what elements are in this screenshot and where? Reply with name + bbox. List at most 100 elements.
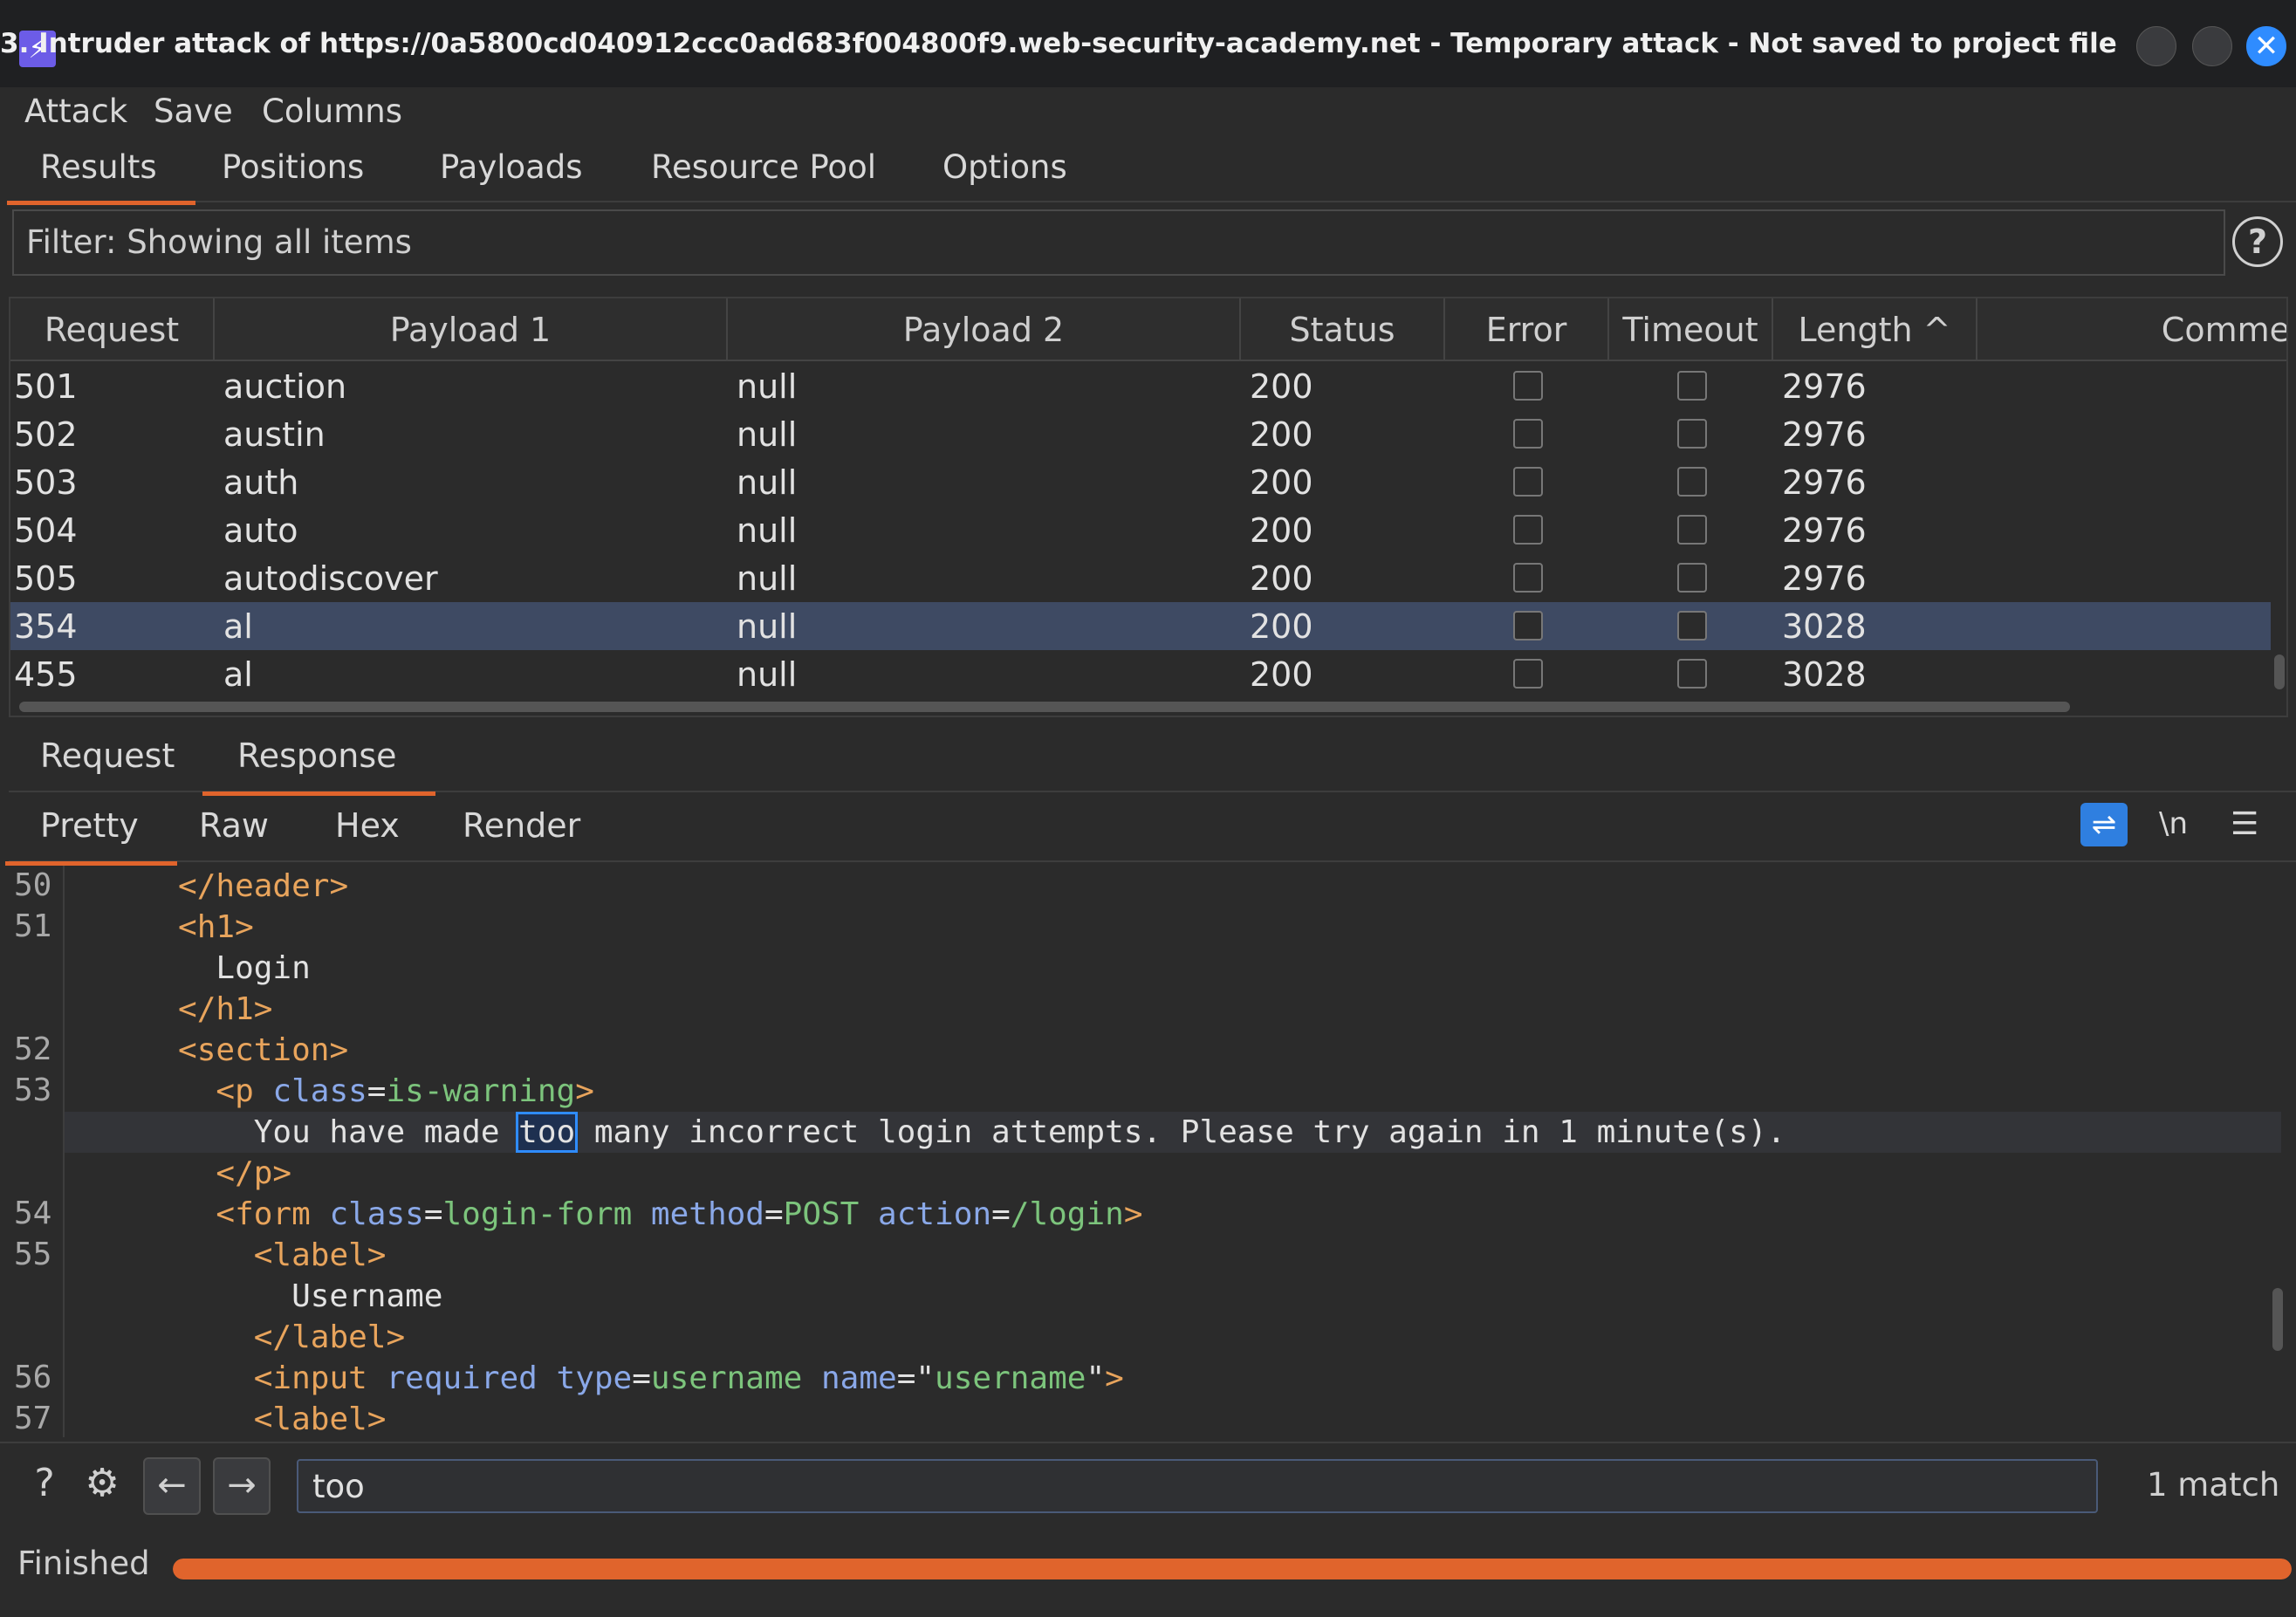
table-row[interactable]: 503 auth null 200 2976 xyxy=(10,458,2271,506)
cell-length: 3028 xyxy=(1782,655,1867,694)
table-vertical-scrollbar[interactable] xyxy=(2274,654,2285,689)
tab-raw[interactable]: Raw xyxy=(199,806,269,845)
tab-options[interactable]: Options xyxy=(942,148,1067,186)
cell-length: 2976 xyxy=(1782,367,1867,406)
code-token: <label> xyxy=(253,1401,387,1437)
table-row[interactable]: 504 auto null 200 2976 xyxy=(10,506,2271,554)
gear-icon[interactable]: ⚙ xyxy=(75,1457,129,1511)
col-status[interactable]: Status xyxy=(1241,298,1445,361)
table-row[interactable]: 501 auction null 200 2976 xyxy=(10,362,2271,410)
tab-response[interactable]: Response xyxy=(202,737,435,796)
cell-request: 503 xyxy=(14,463,78,502)
table-horizontal-scrollbar[interactable] xyxy=(19,702,2070,712)
tab-pretty[interactable]: Pretty xyxy=(5,806,177,866)
code-token: name xyxy=(802,1360,897,1396)
table-header: Request Payload 1 Payload 2 Status Error… xyxy=(10,298,2286,361)
tab-resource-pool[interactable]: Resource Pool xyxy=(651,148,876,186)
maximize-button[interactable] xyxy=(2192,26,2232,66)
col-payload-2[interactable]: Payload 2 xyxy=(728,298,1241,361)
search-match-highlight: too xyxy=(516,1112,579,1153)
code-token: is-warning xyxy=(386,1073,576,1109)
code-line: You have made too many incorrect login a… xyxy=(65,1112,2281,1153)
show-newlines-button[interactable]: \n xyxy=(2159,806,2188,841)
code-token: username xyxy=(935,1360,1086,1396)
filter-bar[interactable]: Filter: Showing all items xyxy=(12,209,2225,276)
arrow-right-icon: → xyxy=(227,1465,257,1505)
table-row[interactable]: 502 austin null 200 2976 xyxy=(10,410,2271,458)
cell-payload-2: null xyxy=(737,655,798,694)
window-title: 3. Intruder attack of https://0a5800cd04… xyxy=(0,28,2117,59)
cell-payload-1: autodiscover xyxy=(223,559,438,598)
tab-payloads[interactable]: Payloads xyxy=(440,148,583,186)
cell-status: 200 xyxy=(1250,559,1313,598)
tab-hex[interactable]: Hex xyxy=(335,806,400,845)
attack-progress-bar xyxy=(173,1559,2292,1579)
code-line: </h1> xyxy=(65,989,2281,1030)
menu-save[interactable]: Save xyxy=(154,92,233,130)
next-match-button[interactable]: → xyxy=(213,1457,271,1515)
code-line: </label> xyxy=(65,1317,2281,1358)
previous-match-button[interactable]: ← xyxy=(143,1457,201,1515)
cell-payload-2: null xyxy=(737,415,798,454)
code-token: <p xyxy=(216,1073,273,1109)
table-row[interactable]: 455 al null 200 3028 xyxy=(10,650,2271,698)
arrow-left-icon: ← xyxy=(157,1465,187,1505)
col-comment[interactable]: Comme xyxy=(1977,298,2286,361)
tab-render[interactable]: Render xyxy=(463,806,580,845)
search-input[interactable] xyxy=(297,1459,2098,1513)
code-token: class xyxy=(329,1196,424,1232)
table-row[interactable]: 505 autodiscover null 200 2976 xyxy=(10,554,2271,602)
code-token: </h1> xyxy=(178,991,273,1027)
error-checkbox xyxy=(1513,611,1543,641)
menu-columns[interactable]: Columns xyxy=(262,92,402,130)
help-icon[interactable]: ? xyxy=(17,1457,72,1511)
col-length[interactable]: Length ^ xyxy=(1773,298,1977,361)
response-vertical-scrollbar[interactable] xyxy=(2272,1288,2283,1351)
col-error[interactable]: Error xyxy=(1445,298,1609,361)
line-number: 51 xyxy=(14,908,52,944)
response-viewer[interactable]: 50 51 52 53 54 55 56 57 </header> <h1> Login </… xyxy=(9,866,2288,1437)
col-timeout[interactable]: Timeout xyxy=(1609,298,1773,361)
cell-status: 200 xyxy=(1250,511,1313,550)
cell-length: 2976 xyxy=(1782,559,1867,598)
col-request[interactable]: Request xyxy=(10,298,215,361)
menu-attack[interactable]: Attack xyxy=(24,92,127,130)
hamburger-menu-icon[interactable]: ☰ xyxy=(2231,806,2258,842)
error-checkbox xyxy=(1513,563,1543,593)
cell-payload-2: null xyxy=(737,607,798,646)
table-row[interactable]: 354 al null 200 3028 xyxy=(10,602,2271,650)
title-bar: ⚡ 3. Intruder attack of https://0a5800cd… xyxy=(0,0,2296,96)
filter-help-icon[interactable]: ? xyxy=(2232,216,2283,267)
cell-payload-2: null xyxy=(737,511,798,550)
code-token: <section> xyxy=(178,1032,349,1068)
tab-positions[interactable]: Positions xyxy=(222,148,364,186)
cell-payload-1: auction xyxy=(223,367,347,406)
code-line: </header> xyxy=(65,866,2281,907)
cell-status: 200 xyxy=(1250,367,1313,406)
tab-results[interactable]: Results xyxy=(7,148,195,205)
error-checkbox xyxy=(1513,371,1543,401)
code-line: <input required type=username name="user… xyxy=(65,1358,2281,1399)
col-payload-1[interactable]: Payload 1 xyxy=(215,298,728,361)
code-token: <input xyxy=(253,1360,387,1396)
minimize-button[interactable] xyxy=(2136,26,2176,66)
cell-payload-1: auto xyxy=(223,511,298,550)
cell-request: 502 xyxy=(14,415,78,454)
code-token: required xyxy=(386,1360,538,1396)
code-token: Username xyxy=(65,1278,443,1314)
search-bar: ? ⚙ ← → 1 match xyxy=(0,1442,2296,1525)
cell-payload-1: al xyxy=(223,655,253,694)
tab-request[interactable]: Request xyxy=(40,737,175,775)
cell-length: 3028 xyxy=(1782,607,1867,646)
cell-request: 354 xyxy=(14,607,78,646)
close-window-button[interactable]: ✕ xyxy=(2246,26,2286,66)
cell-length: 2976 xyxy=(1782,511,1867,550)
word-wrap-icon[interactable]: ⇌ xyxy=(2080,803,2128,846)
cell-payload-1: austin xyxy=(223,415,326,454)
